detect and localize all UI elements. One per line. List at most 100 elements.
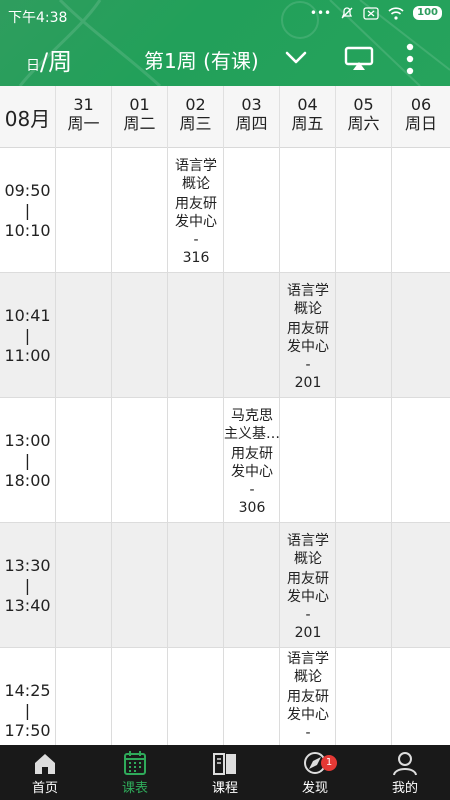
sim-off-icon (363, 6, 379, 20)
top-app-bar: 下午4:38 ••• 100 日/周 第1周 (有课) (0, 0, 450, 86)
course-room: 201 (294, 625, 322, 641)
more-dots-icon: ••• (309, 6, 332, 20)
course-room: 306 (238, 500, 266, 516)
day-date: 02 (185, 95, 206, 114)
slot-start: 13:00 (4, 430, 51, 450)
slot-start: 13:30 (4, 555, 51, 575)
column-divider (111, 148, 112, 745)
day-weekday: 周五 (291, 114, 324, 133)
nav-item-home[interactable]: 首页 (0, 745, 90, 800)
column-divider (391, 148, 392, 745)
course-card[interactable]: 语言学 概论 用友研 发中心 - (280, 650, 336, 742)
slot-start: 10:41 (4, 305, 51, 325)
app-bar: 日/周 第1周 (有课) (0, 36, 450, 82)
day-date: 05 (353, 95, 374, 114)
book-icon (213, 753, 236, 775)
slot-start: 14:25 (4, 680, 51, 700)
nav-label: 我的 (391, 781, 418, 796)
day-date: 03 (241, 95, 262, 114)
slot-end: 18:00 (4, 470, 51, 490)
week-header: 08月 31 周一 01 周二 02 周三 03 周四 04 周五 05 周六 … (0, 86, 450, 148)
course-separator: - (249, 482, 255, 498)
month-label: 08月 (0, 86, 56, 148)
slot-sep: | (24, 575, 31, 595)
course-name: 语言学 概论 (175, 158, 217, 192)
slot-end: 13:40 (4, 595, 51, 615)
wifi-icon (388, 6, 404, 20)
slot-sep: | (24, 450, 31, 470)
day-header: 06 周日 (392, 86, 450, 148)
time-slot-label: 09:50 | 10:10 (0, 148, 56, 273)
course-separator: - (305, 607, 311, 623)
status-icons: ••• 100 (310, 6, 442, 20)
course-location: 用友研 发中心 (287, 689, 329, 723)
nav-item-timetable[interactable]: 课表 (90, 745, 180, 800)
day-week-toggle[interactable]: 日/周 (26, 42, 72, 77)
day-weekday: 周四 (235, 114, 268, 133)
notification-badge: 1 (321, 755, 337, 771)
slot-end: 11:00 (4, 345, 51, 365)
nav-item-courses[interactable]: 课程 (180, 745, 270, 800)
course-separator: - (305, 357, 311, 373)
home-icon (35, 754, 55, 774)
course-card[interactable]: 语言学 概论 用友研 发中心 - 201 (280, 282, 336, 392)
course-card[interactable]: 语言学 概论 用友研 发中心 - 316 (168, 157, 224, 267)
course-location: 用友研 发中心 (287, 571, 329, 605)
chevron-down-icon[interactable] (284, 48, 308, 68)
course-name: 语言学 概论 (287, 533, 329, 567)
week-selector-title[interactable]: 第1周 (有课) (144, 45, 259, 74)
slot-sep: | (24, 700, 31, 720)
day-weekday: 周二 (123, 114, 156, 133)
time-slot-row: 10:41 | 11:00 (0, 273, 450, 398)
slot-end: 10:10 (4, 220, 51, 240)
more-vertical-icon[interactable] (400, 42, 420, 76)
status-time: 下午4:38 (8, 10, 68, 26)
day-toggle-label[interactable]: 日 (26, 58, 40, 74)
day-header: 31 周一 (56, 86, 112, 148)
course-name: 语言学 概论 (287, 283, 329, 317)
day-date: 06 (410, 95, 432, 114)
day-header: 05 周六 (336, 86, 392, 148)
course-separator: - (305, 725, 311, 741)
status-bar: 下午4:38 ••• 100 (0, 0, 450, 32)
time-slot-label: 13:00 | 18:00 (0, 398, 56, 523)
course-location: 用友研 发中心 (175, 196, 217, 230)
nav-item-profile[interactable]: 我的 (360, 745, 450, 800)
nav-label: 发现 (301, 781, 328, 796)
day-header: 03 周四 (224, 86, 280, 148)
time-slot-label: 10:41 | 11:00 (0, 273, 56, 398)
nav-label: 首页 (31, 781, 58, 796)
slot-start: 09:50 (4, 180, 51, 200)
day-weekday: 周三 (179, 114, 212, 133)
bottom-navigation: 首页 课表 课程 1 发现 我的 (0, 745, 450, 800)
time-slot-label: 13:30 | 13:40 (0, 523, 56, 648)
course-location: 用友研 发中心 (231, 446, 273, 480)
course-card[interactable]: 语言学 概论 用友研 发中心 - 201 (280, 532, 336, 642)
course-room: 316 (182, 250, 210, 266)
mute-alarm-icon (341, 7, 353, 19)
course-card[interactable]: 马克思 主义基… 用友研 发中心 - 306 (224, 407, 280, 517)
cast-screen-icon[interactable] (344, 46, 374, 72)
slot-end: 17:50 (4, 720, 51, 740)
nav-item-discover[interactable]: 1 发现 (270, 745, 360, 800)
week-toggle-label[interactable]: /周 (40, 48, 72, 76)
battery-indicator: 100 (413, 6, 442, 20)
nav-label: 课表 (121, 781, 148, 796)
course-room: 201 (294, 375, 322, 391)
day-date: 01 (129, 95, 150, 114)
course-name: 马克思 主义基… (224, 408, 280, 442)
day-header: 02 周三 (168, 86, 224, 148)
nav-label: 课程 (211, 781, 238, 796)
time-slot-row: 13:30 | 13:40 (0, 523, 450, 648)
timetable-grid[interactable]: 09:50 | 10:10 10:41 | 11:00 13:00 | 18:0… (0, 148, 450, 745)
course-separator: - (193, 232, 199, 248)
slot-sep: | (24, 325, 31, 345)
time-slot-label: 14:25 | 17:50 (0, 648, 56, 745)
day-weekday: 周一 (67, 114, 100, 133)
day-weekday: 周日 (404, 114, 437, 133)
slot-sep: | (24, 200, 31, 220)
day-weekday: 周六 (347, 114, 380, 133)
profile-icon (393, 752, 417, 776)
course-name: 语言学 概论 (287, 651, 329, 685)
day-date: 04 (297, 95, 318, 114)
